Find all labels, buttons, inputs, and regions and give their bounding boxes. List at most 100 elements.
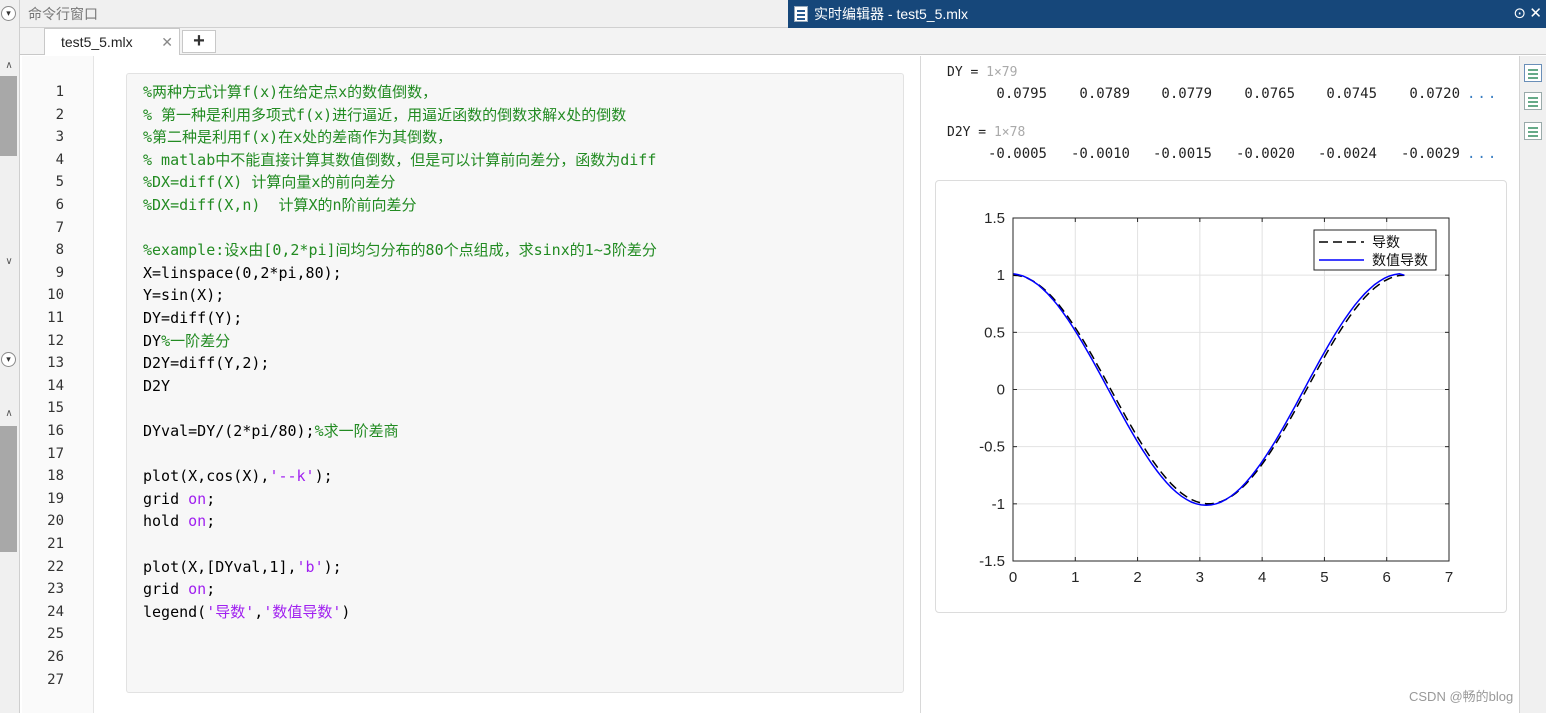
code-comment: % matlab中不能直接计算其数值倒数，但是可以计算前向差分，函数为diff xyxy=(143,150,657,169)
y-tick-label: 1 xyxy=(997,267,1005,284)
output-value: 0.0720 xyxy=(1409,86,1460,102)
output-right-icon[interactable] xyxy=(1524,64,1542,82)
close-icon[interactable]: ✕ xyxy=(1529,0,1542,28)
code-line[interactable]: D2Y=diff(Y,2); xyxy=(143,354,269,373)
doc-icon xyxy=(794,6,808,22)
code-line[interactable]: hold on; xyxy=(143,512,215,531)
code-line[interactable]: X=linspace(0,2*pi,80); xyxy=(143,264,342,283)
line-chart: 0 1 2 3 4 5 6 7 1.5 1 0.5 0 -0.5 -1 -1.5 导数数值导数 xyxy=(979,210,1453,586)
line-number: 19 xyxy=(47,490,64,507)
code-text: ) xyxy=(341,602,351,621)
code-text: ); xyxy=(314,467,333,486)
code-line[interactable]: plot(X,cos(X),'--k'); xyxy=(143,467,333,486)
y-tick-label: -1 xyxy=(992,496,1005,513)
output-inline-icon[interactable] xyxy=(1524,92,1542,110)
y-tick-label: -1.5 xyxy=(979,553,1005,570)
scrollbar-thumb[interactable] xyxy=(0,76,17,156)
y-tick-label: 0 xyxy=(997,382,1005,399)
line-number: 12 xyxy=(47,332,64,349)
output-value: -0.0010 xyxy=(1070,146,1130,162)
code-text: D2Y=diff(Y,2); xyxy=(143,354,270,373)
line-number: 18 xyxy=(47,468,64,485)
code-line[interactable]: % matlab中不能直接计算其数值倒数，但是可以计算前向差分，函数为diff xyxy=(143,151,656,170)
output-mode-bar xyxy=(1519,56,1546,713)
code-line[interactable]: Y=sin(X); xyxy=(143,286,224,305)
code-text: X=linspace(0,2*pi,80); xyxy=(143,263,342,282)
code-line[interactable]: DY=diff(Y); xyxy=(143,309,242,328)
scroll-down-icon[interactable]: ∨ xyxy=(2,256,16,268)
y-tick-label: 1.5 xyxy=(984,210,1005,227)
scroll-up-icon[interactable]: ∧ xyxy=(2,60,16,72)
line-number: 8 xyxy=(55,242,64,259)
scroll-up-icon[interactable]: ∧ xyxy=(2,408,16,420)
code-line[interactable]: grid on; xyxy=(143,580,215,599)
code-string: '--k' xyxy=(269,467,315,486)
d2y-more-link[interactable]: ... xyxy=(1467,146,1498,162)
output-value: -0.0015 xyxy=(1152,146,1212,162)
line-number: 26 xyxy=(47,649,64,665)
code-text: ; xyxy=(206,580,216,599)
code-text: DY=diff(Y); xyxy=(143,309,243,327)
line-number: 4 xyxy=(55,151,64,168)
output-value: -0.0005 xyxy=(987,146,1047,162)
code-line[interactable]: legend('导数','数值导数') xyxy=(143,603,350,622)
text-mode-icon[interactable] xyxy=(1524,122,1542,140)
code-text: D2Y xyxy=(143,376,171,395)
code-line[interactable]: plot(X,[DYval,1],'b'); xyxy=(143,558,342,577)
code-comment: %一阶差分 xyxy=(161,331,231,350)
close-tab-icon[interactable]: ✕ xyxy=(161,29,173,55)
collapse-icon[interactable]: ▾ xyxy=(1,352,16,367)
line-number: 21 xyxy=(47,536,64,552)
code-line[interactable]: grid on; xyxy=(143,490,215,509)
line-number: 23 xyxy=(47,581,64,598)
code-text: plot(X,cos(X), xyxy=(143,467,270,486)
code-line[interactable]: %DX=diff(X,n) 计算X的n阶前向差分 xyxy=(143,196,417,215)
line-number: 24 xyxy=(47,603,64,620)
line-number: 10 xyxy=(47,287,64,304)
watermark: CSDN @畅的blog xyxy=(1409,689,1514,704)
command-window-title[interactable]: 命令行窗口 xyxy=(20,0,788,28)
line-number: 13 xyxy=(47,355,64,372)
y-tick-label: 0.5 xyxy=(984,324,1005,341)
scrollbar-thumb[interactable] xyxy=(0,426,17,552)
code-comment: %两种方式计算f(x)在给定点x的数值倒数， xyxy=(143,83,438,101)
code-text: DYval=DY/(2*pi/80); xyxy=(143,422,315,440)
output-value: 0.0745 xyxy=(1326,86,1377,102)
d2y-output-header: D2Y = 1×78 xyxy=(947,125,1025,140)
code-text: , xyxy=(254,602,264,621)
line-number: 16 xyxy=(47,423,64,439)
line-number: 25 xyxy=(47,626,64,643)
code-text: hold xyxy=(143,512,189,531)
code-line[interactable]: D2Y xyxy=(143,377,170,396)
legend-label-numeric: 数值导数 xyxy=(1372,252,1428,268)
code-line[interactable]: %第二种是利用f(x)在x处的差商作为其倒数， xyxy=(143,128,452,147)
code-text: Y=sin(X); xyxy=(143,286,225,305)
figure-output[interactable]: 0 1 2 3 4 5 6 7 1.5 1 0.5 0 -0.5 -1 -1.5 导数 数值导数 xyxy=(935,180,1507,613)
line-number: 6 xyxy=(55,197,64,213)
code-line[interactable]: %DX=diff(X) 计算向量x的前向差分 xyxy=(143,173,395,192)
code-text: DY xyxy=(143,331,162,350)
line-number: 1 xyxy=(55,84,64,100)
d2y-name: D2Y = xyxy=(947,125,987,140)
code-line[interactable]: DYval=DY/(2*pi/80);%求一阶差商 xyxy=(143,422,399,441)
code-comment: % 第一种是利用多项式f(x)进行逼近，用逼近函数的倒数求解x处的倒数 xyxy=(143,105,627,124)
d2y-dim: 1×78 xyxy=(993,125,1026,140)
code-comment: %DX=diff(X,n) 计算X的n阶前向差分 xyxy=(143,196,417,214)
add-tab-icon[interactable]: + xyxy=(182,30,216,53)
code-comment: %example:设x由[0,2*pi]间均匀分布的80个点组成，求sinx的1… xyxy=(143,241,657,260)
tab-test5-5[interactable]: test5_5.mlx ✕ xyxy=(44,28,180,55)
code-line[interactable]: %两种方式计算f(x)在给定点x的数值倒数， xyxy=(143,83,437,102)
y-tick-label: -0.5 xyxy=(979,439,1005,456)
code-string: '数值导数' xyxy=(263,602,342,621)
line-number: 15 xyxy=(47,400,64,417)
code-line[interactable]: %example:设x由[0,2*pi]间均匀分布的80个点组成，求sinx的1… xyxy=(143,241,657,260)
collapse-icon[interactable]: ⊙ xyxy=(1513,0,1526,28)
code-line[interactable]: % 第一种是利用多项式f(x)进行逼近，用逼近函数的倒数求解x处的倒数 xyxy=(143,106,626,125)
code-line[interactable]: DY%一阶差分 xyxy=(143,332,230,351)
editor-title: 实时编辑器 - test5_5.mlx xyxy=(814,6,969,22)
line-number: 17 xyxy=(47,445,64,462)
output-value: 0.0779 xyxy=(1161,86,1212,102)
editor-titlebar[interactable]: 实时编辑器 - test5_5.mlx ⊙ ✕ xyxy=(788,0,1546,28)
collapse-icon[interactable]: ▾ xyxy=(1,6,16,21)
dy-more-link[interactable]: ... xyxy=(1467,86,1498,102)
